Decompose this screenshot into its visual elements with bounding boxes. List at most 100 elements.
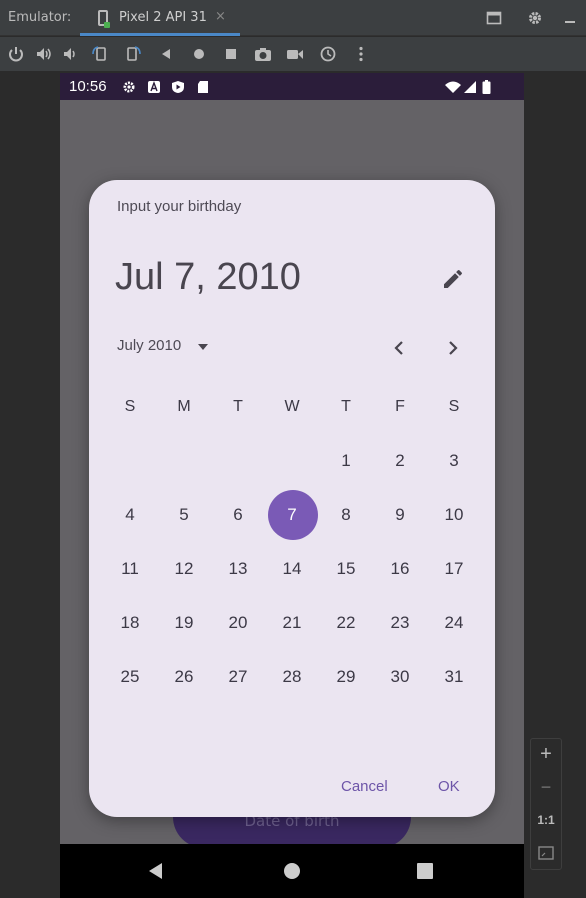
shield-play-icon	[172, 81, 184, 93]
calendar-day[interactable]: 10	[427, 488, 481, 542]
calendar-day[interactable]: 1	[319, 434, 373, 488]
device-tab[interactable]: Pixel 2 API 31 ×	[80, 0, 240, 36]
cancel-button[interactable]: Cancel	[341, 778, 388, 795]
calendar-day[interactable]: 8	[319, 488, 373, 542]
home-icon[interactable]	[190, 45, 208, 63]
app-a-icon	[148, 81, 160, 93]
device-screen: 10:56 Date of birth Input your birthday …	[60, 73, 524, 898]
rotate-left-icon[interactable]	[91, 45, 109, 63]
calendar-day[interactable]: 20	[211, 596, 265, 650]
chevron-right-icon[interactable]	[444, 339, 462, 357]
app-content: Date of birth Input your birthday Jul 7,…	[60, 100, 524, 848]
calendar-day-label: 6	[233, 505, 243, 524]
calendar-day-selected[interactable]: 7	[265, 488, 319, 542]
calendar-day[interactable]: 21	[265, 596, 319, 650]
status-bar: 10:56	[60, 73, 524, 100]
zoom-in-button[interactable]: +	[531, 743, 561, 766]
calendar-day-label: 30	[390, 667, 410, 686]
back-icon[interactable]	[157, 45, 175, 63]
dropdown-arrow-icon[interactable]	[196, 340, 210, 354]
calendar-day[interactable]: 19	[157, 596, 211, 650]
calendar-day-label: 25	[120, 667, 140, 686]
calendar-day-label: 10	[444, 505, 464, 524]
calendar-day[interactable]: 16	[373, 542, 427, 596]
calendar-day[interactable]: 26	[157, 650, 211, 704]
zoom-controls: + − 1:1	[530, 738, 562, 870]
calendar-day[interactable]: 15	[319, 542, 373, 596]
rotate-right-icon[interactable]	[124, 45, 142, 63]
tab-close-icon[interactable]: ×	[215, 9, 226, 24]
calendar-day-label: 23	[390, 613, 410, 632]
ok-button[interactable]: OK	[438, 778, 460, 795]
calendar-day[interactable]: 27	[211, 650, 265, 704]
wifi-icon	[445, 81, 461, 93]
calendar-day-label: 20	[228, 613, 248, 632]
calendar-day-label: 15	[336, 559, 356, 578]
calendar-day-label: 29	[336, 667, 356, 686]
calendar-day-label: 3	[449, 451, 459, 470]
window-icon[interactable]	[486, 10, 502, 26]
more-icon[interactable]	[352, 45, 370, 63]
status-time: 10:56	[69, 78, 107, 95]
calendar-day-label: 24	[444, 613, 464, 632]
calendar-day[interactable]: 12	[157, 542, 211, 596]
calendar-day-label: 1	[341, 451, 351, 470]
calendar-day[interactable]: 14	[265, 542, 319, 596]
calendar-day[interactable]: 28	[265, 650, 319, 704]
calendar-day[interactable]: 31	[427, 650, 481, 704]
power-icon[interactable]	[7, 45, 25, 63]
calendar-day[interactable]: 23	[373, 596, 427, 650]
weekday-header: F	[395, 398, 405, 415]
calendar-day[interactable]: 3	[427, 434, 481, 488]
calendar-day[interactable]: 17	[427, 542, 481, 596]
edit-pencil-icon[interactable]	[441, 267, 465, 291]
calendar-day[interactable]: 24	[427, 596, 481, 650]
nav-home-icon[interactable]	[283, 862, 301, 880]
volume-up-icon[interactable]	[35, 45, 53, 63]
calendar-day-label: 26	[174, 667, 194, 686]
calendar-day[interactable]: 29	[319, 650, 373, 704]
zoom-actual-size-button[interactable]: 1:1	[531, 813, 561, 827]
calendar-day-label: 5	[179, 505, 189, 524]
calendar-day[interactable]: 2	[373, 434, 427, 488]
calendar-day[interactable]: 11	[103, 542, 157, 596]
calendar-day[interactable]: 22	[319, 596, 373, 650]
chevron-left-icon[interactable]	[390, 339, 408, 357]
calendar-day-label: 8	[341, 505, 351, 524]
volume-down-icon[interactable]	[62, 45, 80, 63]
camera-icon[interactable]	[254, 45, 272, 63]
calendar-day[interactable]: 30	[373, 650, 427, 704]
fit-screen-icon[interactable]	[538, 846, 554, 860]
settings-gear-icon[interactable]	[527, 10, 543, 26]
snapshot-icon[interactable]	[319, 45, 337, 63]
battery-icon	[482, 80, 491, 94]
weekday-header: S	[124, 398, 136, 415]
calendar-day[interactable]: 13	[211, 542, 265, 596]
zoom-out-button[interactable]: −	[531, 777, 561, 798]
calendar-day-label: 21	[282, 613, 302, 632]
calendar-day[interactable]: 6	[211, 488, 265, 542]
month-year-selector[interactable]: July 2010	[117, 337, 181, 354]
device-tab-title: Pixel 2 API 31	[119, 10, 207, 25]
weekday-header: T	[233, 398, 243, 415]
calendar-day-label: 28	[282, 667, 302, 686]
minimize-icon[interactable]	[562, 10, 578, 26]
selected-date-headline: Jul 7, 2010	[115, 256, 301, 298]
weekday-header: S	[448, 398, 460, 415]
navigation-bar	[60, 844, 524, 898]
calendar-day-label: 4	[125, 505, 135, 524]
calendar-day[interactable]: 18	[103, 596, 157, 650]
calendar-day[interactable]: 9	[373, 488, 427, 542]
calendar-day-label: 27	[228, 667, 248, 686]
video-icon[interactable]	[286, 45, 304, 63]
nav-overview-icon[interactable]	[417, 863, 433, 879]
calendar-day[interactable]: 4	[103, 488, 157, 542]
settings-gear-icon	[123, 81, 135, 93]
calendar-day[interactable]: 25	[103, 650, 157, 704]
calendar-day-label: 19	[174, 613, 194, 632]
nav-back-icon[interactable]	[147, 862, 165, 880]
overview-icon[interactable]	[222, 45, 240, 63]
calendar-day-label: 18	[120, 613, 140, 632]
calendar-day[interactable]: 5	[157, 488, 211, 542]
tab-active-indicator	[80, 33, 240, 36]
